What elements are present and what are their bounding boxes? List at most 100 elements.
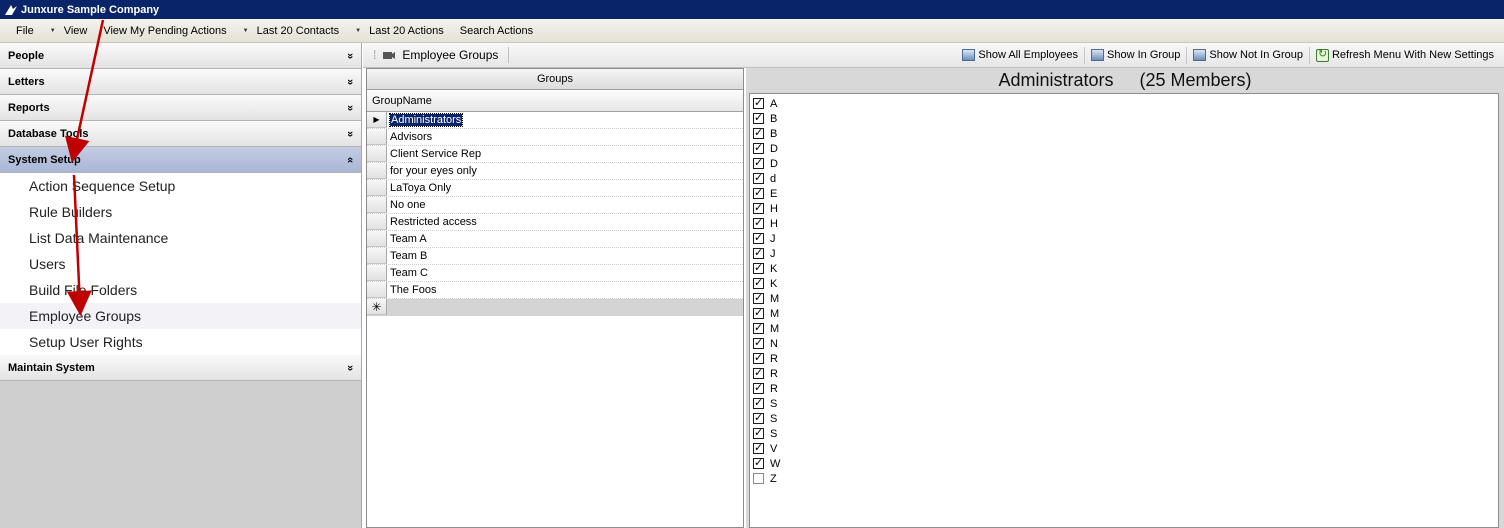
member-item[interactable]: A (750, 96, 1498, 111)
row-header[interactable]: ▶ (367, 112, 387, 128)
menu-item-view[interactable]: ▼ View (42, 25, 96, 37)
member-item[interactable]: M (750, 306, 1498, 321)
member-item[interactable]: V (750, 441, 1498, 456)
row-header[interactable] (367, 282, 387, 298)
group-name-cell[interactable]: for your eyes only (387, 163, 743, 179)
member-checkbox[interactable] (753, 366, 764, 379)
member-checkbox[interactable] (753, 336, 764, 349)
table-row[interactable]: Team C (367, 265, 743, 282)
member-checkbox[interactable] (753, 306, 764, 319)
member-item[interactable]: K (750, 276, 1498, 291)
sidebar-item-rule-builders[interactable]: Rule Builders (0, 199, 361, 225)
toolbar-button-show-in-group[interactable]: Show In Group (1084, 46, 1186, 64)
group-name-cell[interactable]: Team B (387, 248, 743, 264)
row-header[interactable] (367, 197, 387, 213)
member-item[interactable]: D (750, 156, 1498, 171)
row-header[interactable] (367, 248, 387, 264)
sidebar-section-people[interactable]: People » (0, 43, 361, 69)
sidebar-item-users[interactable]: Users (0, 251, 361, 277)
member-checkbox[interactable] (753, 111, 764, 124)
group-name-cell[interactable]: Team C (387, 265, 743, 281)
member-item[interactable]: J (750, 246, 1498, 261)
group-name-cell[interactable]: Client Service Rep (387, 146, 743, 162)
group-name-cell[interactable]: Restricted access (387, 214, 743, 230)
member-item[interactable]: M (750, 291, 1498, 306)
member-item[interactable]: R (750, 366, 1498, 381)
row-header[interactable] (367, 146, 387, 162)
member-checkbox[interactable] (753, 126, 764, 139)
sidebar-item-build-file-folders[interactable]: Build File Folders (0, 277, 361, 303)
menu-item-view-my-pending-actions[interactable]: View My Pending Actions (95, 25, 234, 37)
table-row[interactable]: for your eyes only (367, 163, 743, 180)
table-row[interactable]: ▶ Administrators (367, 112, 743, 129)
member-checkbox[interactable] (753, 441, 764, 454)
member-checkbox[interactable] (753, 231, 764, 244)
table-row[interactable]: Team A (367, 231, 743, 248)
row-header[interactable] (367, 129, 387, 145)
sidebar-section-maintain-system[interactable]: Maintain System » (0, 355, 361, 381)
group-name-cell[interactable]: Administrators (387, 112, 743, 128)
sidebar-item-setup-user-rights[interactable]: Setup User Rights (0, 329, 361, 355)
member-item[interactable]: S (750, 411, 1498, 426)
member-item[interactable]: B (750, 111, 1498, 126)
member-item[interactable]: Z (750, 471, 1498, 486)
menu-item-search-actions[interactable]: Search Actions (452, 25, 541, 37)
member-item[interactable]: N (750, 336, 1498, 351)
table-row[interactable]: The Foos (367, 282, 743, 299)
member-item[interactable]: H (750, 201, 1498, 216)
group-name-cell[interactable]: No one (387, 197, 743, 213)
table-row[interactable]: No one (367, 197, 743, 214)
group-name-cell[interactable]: Advisors (387, 129, 743, 145)
member-checkbox[interactable] (753, 321, 764, 334)
member-checkbox[interactable] (753, 396, 764, 409)
member-item[interactable]: J (750, 231, 1498, 246)
member-checkbox[interactable] (753, 201, 764, 214)
sidebar-section-letters[interactable]: Letters » (0, 69, 361, 95)
member-item[interactable]: d (750, 171, 1498, 186)
member-checkbox[interactable] (753, 216, 764, 229)
member-item[interactable]: S (750, 426, 1498, 441)
member-checkbox[interactable] (753, 261, 764, 274)
row-header[interactable] (367, 231, 387, 247)
sidebar-section-database-tools[interactable]: Database Tools » (0, 121, 361, 147)
member-checkbox[interactable] (753, 156, 764, 169)
member-item[interactable]: E (750, 186, 1498, 201)
sidebar-section-reports[interactable]: Reports » (0, 95, 361, 121)
member-checkbox[interactable] (753, 246, 764, 259)
member-item[interactable]: W (750, 456, 1498, 471)
member-checkbox[interactable] (753, 351, 764, 364)
member-checkbox[interactable] (753, 186, 764, 199)
table-row[interactable]: Client Service Rep (367, 146, 743, 163)
new-row-cell[interactable] (387, 299, 743, 315)
member-checkbox[interactable] (753, 141, 764, 154)
member-checkbox[interactable] (753, 456, 764, 469)
member-checkbox[interactable] (753, 276, 764, 289)
row-header[interactable] (367, 214, 387, 230)
toolbar-button-show-not-in-group[interactable]: Show Not In Group (1186, 46, 1309, 64)
member-item[interactable]: D (750, 141, 1498, 156)
member-item[interactable]: H (750, 216, 1498, 231)
row-header[interactable] (367, 180, 387, 196)
sidebar-item-action-sequence-setup[interactable]: Action Sequence Setup (0, 173, 361, 199)
row-header[interactable] (367, 265, 387, 281)
members-checklist[interactable]: ABBDDdEHHJJKKMMMNRRRSSSVWZ (749, 93, 1499, 528)
member-checkbox[interactable] (753, 171, 764, 184)
column-header-groupname[interactable]: GroupName (367, 90, 743, 112)
menu-item-file[interactable]: File (0, 25, 42, 37)
member-item[interactable]: S (750, 396, 1498, 411)
sidebar-item-employee-groups[interactable]: Employee Groups (0, 303, 361, 329)
member-checkbox[interactable] (753, 291, 764, 304)
member-item[interactable]: R (750, 381, 1498, 396)
member-checkbox[interactable] (753, 426, 764, 439)
member-item[interactable]: M (750, 321, 1498, 336)
member-checkbox[interactable] (753, 96, 764, 109)
member-item[interactable]: R (750, 351, 1498, 366)
member-item[interactable]: K (750, 261, 1498, 276)
member-checkbox[interactable] (753, 411, 764, 424)
group-name-cell[interactable]: The Foos (387, 282, 743, 298)
row-header[interactable] (367, 163, 387, 179)
table-row[interactable]: LaToya Only (367, 180, 743, 197)
table-row[interactable]: Advisors (367, 129, 743, 146)
sidebar-section-system-setup[interactable]: System Setup « (0, 147, 361, 173)
member-checkbox[interactable] (753, 473, 764, 484)
